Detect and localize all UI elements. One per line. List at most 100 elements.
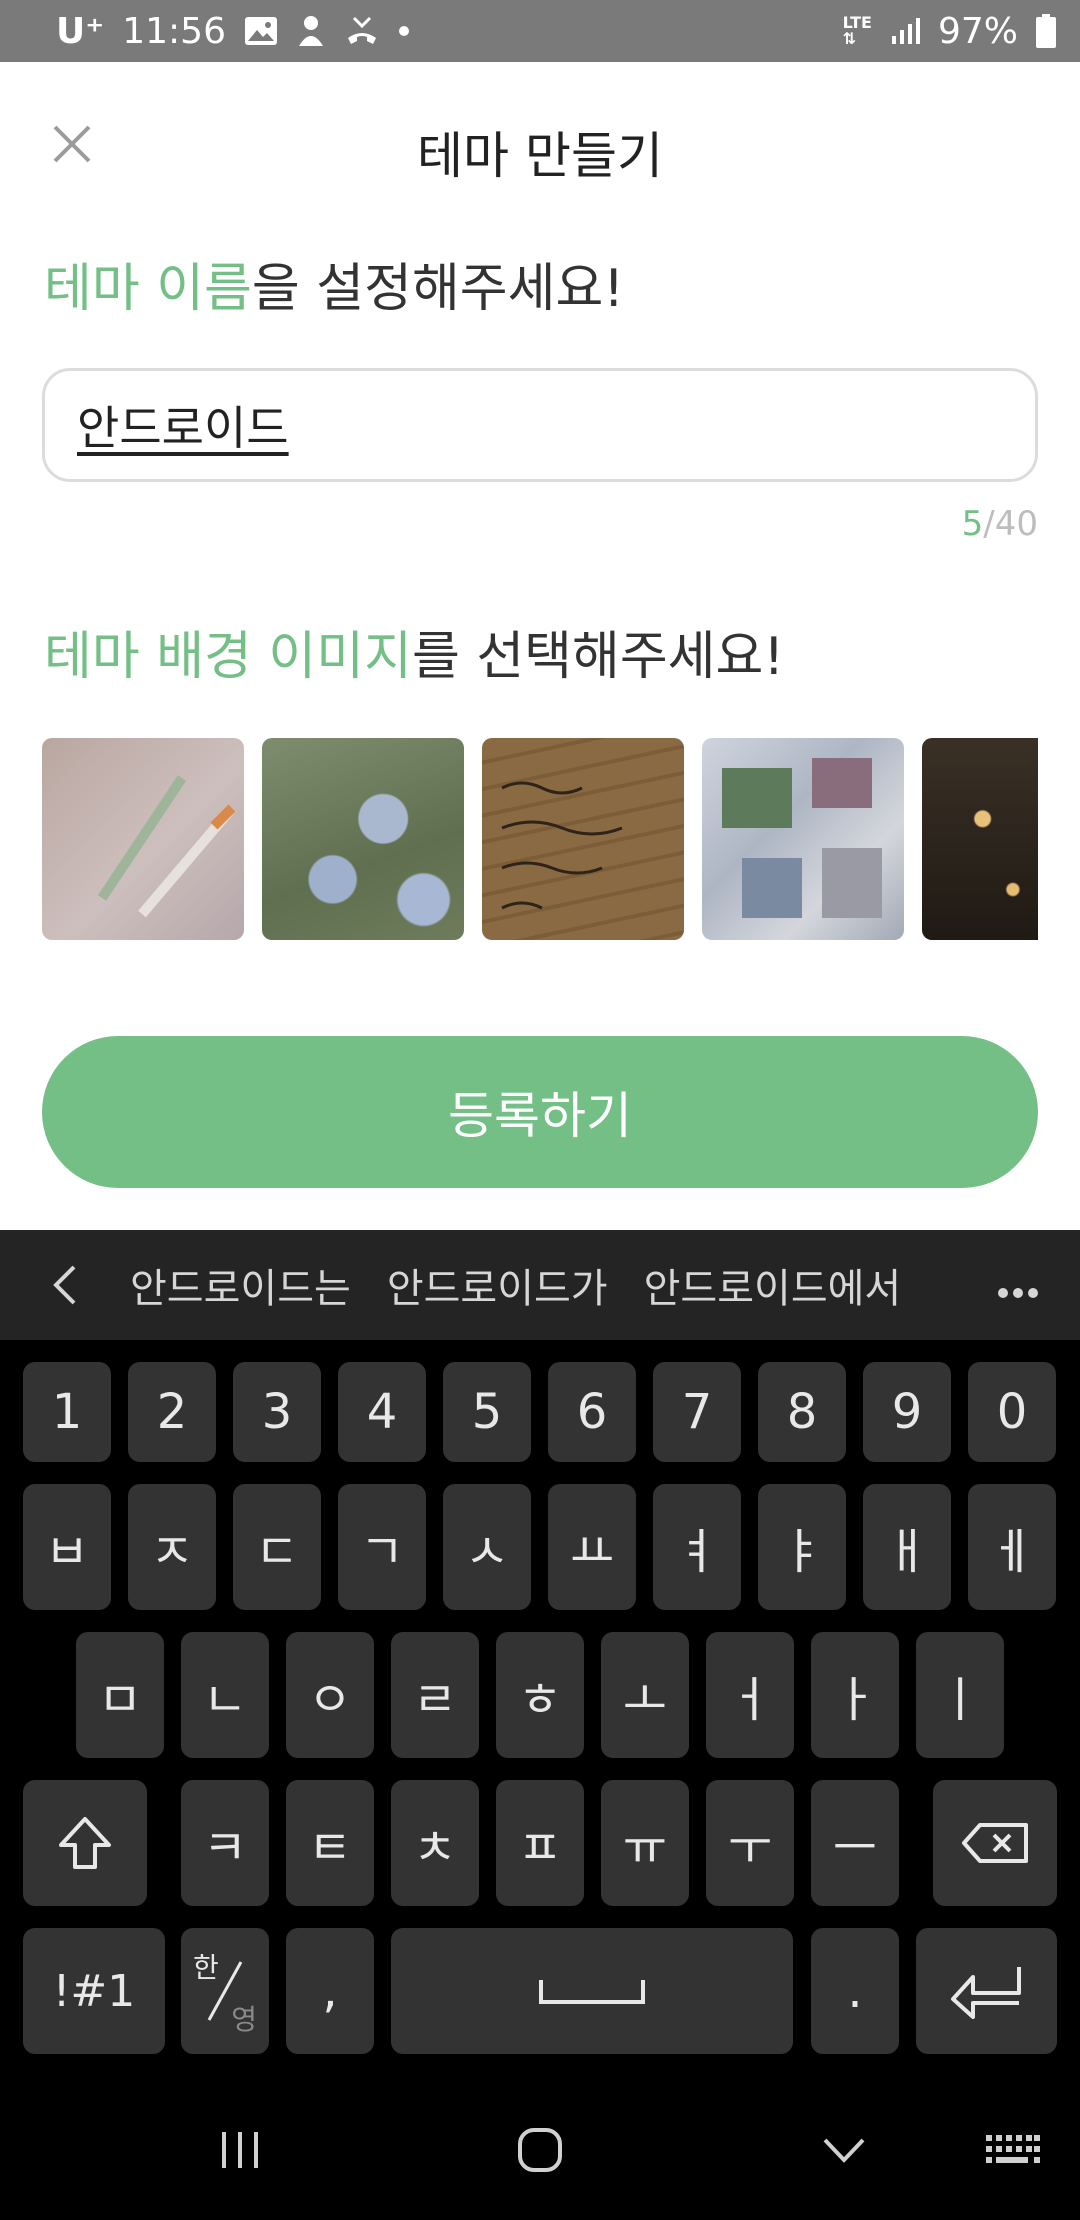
key-giyeok[interactable]: ㄱ xyxy=(338,1484,426,1610)
key-nieun[interactable]: ㄴ xyxy=(181,1632,269,1758)
key-o[interactable]: ㅗ xyxy=(601,1632,689,1758)
key-mieum[interactable]: ㅁ xyxy=(76,1632,164,1758)
status-time: 11:56 xyxy=(122,10,226,52)
lte-label: LTE xyxy=(842,13,872,32)
image-title-rest: 를 선택해주세요! xyxy=(411,627,785,687)
key-5[interactable]: 5 xyxy=(443,1362,531,1462)
key-7[interactable]: 7 xyxy=(653,1362,741,1462)
key-yu[interactable]: ㅠ xyxy=(601,1780,689,1906)
background-thumb-letter[interactable] xyxy=(482,738,684,940)
gallery-icon xyxy=(244,16,278,46)
key-3[interactable]: 3 xyxy=(233,1362,321,1462)
theme-name-input[interactable]: 안드로이드 xyxy=(42,368,1038,482)
key-i[interactable]: ㅣ xyxy=(916,1632,1004,1758)
system-navigation-bar xyxy=(0,2080,1080,2220)
page-title: 테마 만들기 xyxy=(417,127,663,185)
status-left: U⁺ 11:56 xyxy=(56,11,410,52)
language-switch-key[interactable]: 한 영 xyxy=(181,1928,269,2054)
missed-call-icon xyxy=(344,14,380,48)
key-chieut[interactable]: ㅊ xyxy=(391,1780,479,1906)
home-icon xyxy=(518,2128,562,2172)
period-key[interactable]: . xyxy=(811,1928,899,2054)
space-bar-icon xyxy=(539,1980,645,2004)
home-button[interactable] xyxy=(490,2080,590,2220)
key-tieut[interactable]: ㅌ xyxy=(286,1780,374,1906)
key-9[interactable]: 9 xyxy=(863,1362,951,1462)
carrier-label: U⁺ xyxy=(56,10,105,52)
suggestion-back-button[interactable] xyxy=(0,1263,130,1307)
background-thumb-stamps[interactable] xyxy=(702,738,904,940)
key-jieut[interactable]: ㅈ xyxy=(128,1484,216,1610)
keyboard-suggestion-bar: 안드로이드는 안드로이드가 안드로이드에서 xyxy=(0,1230,1080,1340)
recent-apps-button[interactable] xyxy=(190,2080,290,2220)
key-ieung[interactable]: ㅇ xyxy=(286,1632,374,1758)
chevron-down-icon xyxy=(823,2138,865,2163)
enter-icon xyxy=(950,1967,1021,2019)
key-yo[interactable]: ㅛ xyxy=(548,1484,636,1610)
suggestion-item[interactable]: 안드로이드가 xyxy=(387,1256,608,1314)
key-yeo[interactable]: ㅕ xyxy=(653,1484,741,1610)
suggestion-item[interactable]: 안드로이드는 xyxy=(130,1256,351,1314)
key-eo[interactable]: ㅓ xyxy=(706,1632,794,1758)
key-8[interactable]: 8 xyxy=(758,1362,846,1462)
enter-key[interactable] xyxy=(916,1928,1057,2054)
signal-icon xyxy=(890,16,920,46)
key-siot[interactable]: ㅅ xyxy=(443,1484,531,1610)
key-2[interactable]: 2 xyxy=(128,1362,216,1462)
name-title-rest: 을 설정해주세요! xyxy=(251,259,625,319)
key-u[interactable]: ㅜ xyxy=(706,1780,794,1906)
char-count-max: /40 xyxy=(983,504,1038,544)
battery-icon xyxy=(1036,14,1056,48)
background-image-list[interactable] xyxy=(42,738,1038,940)
key-ae[interactable]: ㅐ xyxy=(863,1484,951,1610)
image-section-title: 테마 배경 이미지를 선택해주세요! xyxy=(44,614,784,689)
space-key[interactable] xyxy=(391,1928,793,2054)
char-counter: 5/40 xyxy=(962,504,1038,544)
status-right: LTE ⇅ 97% xyxy=(843,11,1056,52)
key-eu[interactable]: ㅡ xyxy=(811,1780,899,1906)
key-rieul[interactable]: ㄹ xyxy=(391,1632,479,1758)
suggestion-more-button[interactable] xyxy=(996,1264,1040,1310)
background-thumb-candles[interactable] xyxy=(922,738,1038,940)
key-digeut[interactable]: ㄷ xyxy=(233,1484,321,1610)
symbols-key[interactable]: !#1 xyxy=(23,1928,165,2054)
lte-indicator: LTE ⇅ xyxy=(842,13,872,48)
app-header: 테마 만들기 xyxy=(0,62,1080,230)
chevron-left-icon xyxy=(53,1265,76,1305)
keyboard-icon xyxy=(986,2135,1040,2163)
more-horizontal-icon xyxy=(998,1288,1038,1298)
key-pieup[interactable]: ㅍ xyxy=(496,1780,584,1906)
recent-apps-icon xyxy=(222,2132,258,2168)
key-ya[interactable]: ㅑ xyxy=(758,1484,846,1610)
key-a[interactable]: ㅏ xyxy=(811,1632,899,1758)
comma-key[interactable]: , xyxy=(286,1928,374,2054)
key-4[interactable]: 4 xyxy=(338,1362,426,1462)
register-button[interactable]: 등록하기 xyxy=(42,1036,1038,1188)
battery-percent: 97% xyxy=(937,10,1018,52)
backspace-icon xyxy=(962,1823,1028,1863)
shift-arrow-icon xyxy=(59,1817,111,1869)
keyboard-switch-button[interactable] xyxy=(962,2080,1062,2220)
suggestion-item[interactable]: 안드로이드에서 xyxy=(644,1256,902,1314)
name-title-accent: 테마 이름 xyxy=(44,259,252,319)
background-thumb-flowers[interactable] xyxy=(262,738,464,940)
key-0[interactable]: 0 xyxy=(968,1362,1056,1462)
key-hieut[interactable]: ㅎ xyxy=(496,1632,584,1758)
shift-key[interactable] xyxy=(23,1780,147,1906)
key-kieuk[interactable]: ㅋ xyxy=(181,1780,269,1906)
key-e[interactable]: ㅔ xyxy=(968,1484,1056,1610)
theme-name-value: 안드로이드 xyxy=(77,401,289,455)
backspace-key[interactable] xyxy=(933,1780,1057,1906)
dot-icon xyxy=(398,25,410,37)
key-bieup[interactable]: ㅂ xyxy=(23,1484,111,1610)
key-6[interactable]: 6 xyxy=(548,1362,636,1462)
char-count-current: 5 xyxy=(961,504,984,544)
key-1[interactable]: 1 xyxy=(23,1362,111,1462)
theme-create-screen: 테마 만들기 테마 이름을 설정해주세요! 안드로이드 5/40 테마 배경 이… xyxy=(0,62,1080,1230)
app-notification-icon xyxy=(296,14,326,48)
hide-keyboard-button[interactable] xyxy=(794,2080,894,2220)
image-title-accent: 테마 배경 이미지 xyxy=(44,627,412,687)
status-bar: U⁺ 11:56 LTE ⇅ 97% xyxy=(0,0,1080,62)
background-thumb-pens[interactable] xyxy=(42,738,244,940)
name-section-title: 테마 이름을 설정해주세요! xyxy=(44,246,624,321)
